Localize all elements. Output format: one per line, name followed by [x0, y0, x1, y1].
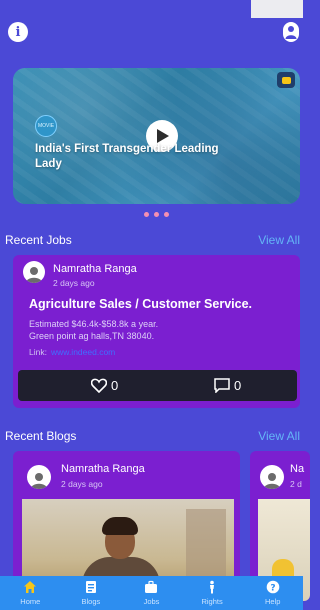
- blog-author: Namratha Ranga: [61, 463, 145, 475]
- nav-help[interactable]: ? Help: [242, 576, 303, 610]
- badge-icon: [277, 72, 295, 88]
- nav-label: Jobs: [143, 597, 160, 606]
- recent-jobs-heading: Recent Jobs: [5, 233, 72, 247]
- person-silhouette-icon: [31, 473, 47, 489]
- channel-logo: MOVIE: [35, 115, 57, 137]
- like-button[interactable]: 0: [91, 378, 118, 393]
- bottom-navigation: Home Blogs Jobs Rights ? Help: [0, 576, 303, 610]
- comment-button[interactable]: 0: [214, 378, 241, 393]
- person-icon: [210, 580, 215, 594]
- person-silhouette-icon: [264, 473, 280, 489]
- job-location: Green point ag halls,TN 38040.: [29, 331, 155, 341]
- play-icon: [157, 129, 169, 143]
- comment-count: 0: [234, 378, 242, 393]
- nav-home[interactable]: Home: [0, 576, 61, 610]
- avatar: [23, 261, 45, 283]
- pagination-dot[interactable]: [164, 212, 169, 217]
- help-icon: ?: [266, 580, 279, 594]
- carousel-pagination[interactable]: [144, 212, 169, 217]
- nav-label: Rights: [201, 597, 223, 606]
- job-link-label: Link:: [29, 347, 47, 357]
- profile-icon[interactable]: [283, 22, 299, 42]
- jobs-view-all-link[interactable]: View All: [258, 233, 300, 247]
- home-icon: [24, 581, 37, 593]
- job-posted-time: 2 days ago: [53, 278, 95, 288]
- blog-posted-time: 2 d: [290, 479, 302, 489]
- blog-icon: [85, 581, 96, 593]
- like-count: 0: [111, 378, 119, 393]
- briefcase-icon: [145, 580, 158, 593]
- person-silhouette-icon: [285, 26, 297, 39]
- nav-label: Help: [264, 597, 281, 606]
- comment-icon: [214, 378, 230, 393]
- info-icon[interactable]: i: [8, 22, 28, 42]
- blogs-view-all-link[interactable]: View All: [258, 429, 300, 443]
- svg-text:?: ?: [270, 583, 275, 593]
- status-area: [251, 0, 303, 18]
- job-author: Namratha Ranga: [53, 263, 137, 275]
- video-title: India's First Transgender Leading Lady: [35, 143, 219, 170]
- job-card[interactable]: Namratha Ranga 2 days ago Agriculture Sa…: [13, 255, 300, 408]
- job-salary: Estimated $46.4k-$58.8k a year.: [29, 319, 159, 329]
- blog-posted-time: 2 days ago: [61, 479, 103, 489]
- job-link[interactable]: www.indeed.com: [51, 347, 115, 357]
- nav-label: Blogs: [81, 597, 101, 606]
- avatar: [260, 465, 284, 489]
- nav-jobs[interactable]: Jobs: [121, 576, 182, 610]
- avatar: [27, 465, 51, 489]
- job-action-bar: 0 0: [18, 370, 297, 401]
- person-silhouette-icon: [26, 267, 42, 283]
- nav-blogs[interactable]: Blogs: [61, 576, 122, 610]
- job-title[interactable]: Agriculture Sales / Customer Service.: [29, 297, 252, 311]
- recent-blogs-heading: Recent Blogs: [5, 429, 77, 443]
- pagination-dot[interactable]: [154, 212, 159, 217]
- pagination-dot[interactable]: [144, 212, 149, 217]
- featured-video-carousel[interactable]: MOVIE India's First Transgender Leading …: [13, 68, 300, 204]
- heart-icon: [91, 378, 107, 393]
- nav-label: Home: [20, 597, 41, 606]
- nav-rights[interactable]: Rights: [182, 576, 243, 610]
- blog-author: Na: [290, 463, 305, 475]
